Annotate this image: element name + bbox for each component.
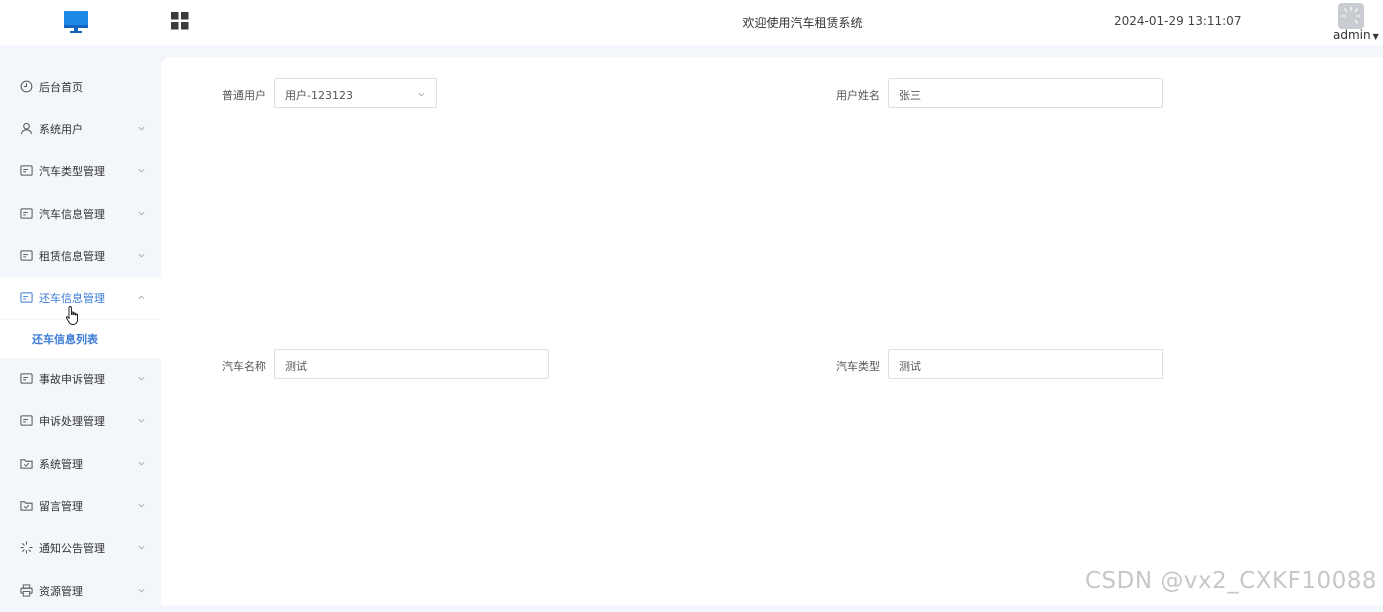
chevron-down-icon [138,418,145,423]
hand-cursor-icon [65,306,78,325]
sidebar-item-system-users[interactable]: 系统用户 [0,108,161,150]
sidebar-item-label: 资源管理 [39,585,83,598]
folder-check-icon [20,501,33,511]
clock-icon [20,80,33,93]
sidebar-item-appeal-handling[interactable]: 申诉处理管理 [0,400,161,442]
user-dropdown[interactable]: admin ▼ [1333,28,1379,42]
watermark: CSDN @vx2_CXKF10088 [1085,568,1378,594]
sidebar-item-notices[interactable]: 通知公告管理 [0,527,161,569]
avatar[interactable] [1338,3,1364,29]
loading-icon [20,541,33,554]
chevron-down-icon [138,168,145,173]
sidebar-item-system-admin[interactable]: 系统管理 [0,443,161,485]
user-select-value: 用户-123123 [285,89,353,102]
sidebar-item-messages[interactable]: 留言管理 [0,485,161,527]
main-panel: 普通用户 用户-123123 用户姓名 张三 汽车名称 测试 汽车类型 测试 [161,57,1383,605]
card-icon [20,250,33,261]
car-type-value: 测试 [899,360,921,373]
sidebar-item-label: 后台首页 [39,81,83,94]
card-icon [20,165,33,176]
sidebar-item-accident-appeal[interactable]: 事故申诉管理 [0,358,161,400]
monitor-icon [64,11,88,33]
car-type-field[interactable]: 测试 [888,349,1163,379]
chevron-down-icon [138,376,145,381]
car-name-label: 汽车名称 [222,360,266,373]
sidebar-item-car-types[interactable]: 汽车类型管理 [0,150,161,192]
user-icon [20,122,33,135]
sidebar-item-rental-info[interactable]: 租赁信息管理 [0,235,161,277]
user-select-label: 普通用户 [222,89,266,102]
chevron-down-icon [138,253,145,258]
sidebar-item-car-info[interactable]: 汽车信息管理 [0,193,161,235]
chevron-down-icon [138,545,145,550]
user-name-field[interactable]: 张三 [888,78,1163,108]
chevron-down-icon [418,92,425,97]
chevron-down-icon [138,588,145,593]
car-type-label: 汽车类型 [836,360,880,373]
avatar-spinner-icon [1341,6,1361,24]
sidebar-item-label: 汽车信息管理 [39,208,105,221]
card-icon [20,415,33,426]
user-select[interactable]: 用户-123123 [274,78,437,108]
username: admin [1333,28,1371,42]
grid-menu-icon[interactable] [171,12,189,30]
user-name-value: 张三 [899,89,921,102]
top-header: 欢迎使用汽车租赁系统 2024-01-29 13:11:07 admin ▼ [0,0,1383,45]
chevron-up-icon [138,295,145,300]
chevron-down-icon [138,126,145,131]
sidebar-subitem-label: 还车信息列表 [32,333,98,346]
sidebar-item-label: 汽车类型管理 [39,165,105,178]
system-title: 欢迎使用汽车租赁系统 [742,16,863,30]
printer-icon [20,584,33,597]
card-icon [20,373,33,384]
car-name-field[interactable]: 测试 [274,349,549,379]
sidebar-item-label: 系统管理 [39,458,83,471]
chevron-down-icon [138,503,145,508]
caret-down-icon: ▼ [1372,32,1379,41]
sidebar-item-label: 系统用户 [39,123,83,136]
chevron-down-icon [138,461,145,466]
current-datetime: 2024-01-29 13:11:07 [1114,14,1242,28]
sidebar-item-label: 申诉处理管理 [39,415,105,428]
sidebar-item-label: 留言管理 [39,500,83,513]
card-icon [20,292,33,303]
sidebar-item-dashboard[interactable]: 后台首页 [0,66,161,108]
user-name-label: 用户姓名 [836,89,880,102]
sidebar-item-label: 还车信息管理 [39,292,105,305]
card-icon [20,208,33,219]
sidebar-item-label: 租赁信息管理 [39,250,105,263]
car-name-value: 测试 [285,360,307,373]
chevron-down-icon [138,211,145,216]
sidebar-item-label: 事故申诉管理 [39,373,105,386]
folder-check-icon [20,459,33,469]
sidebar-item-label: 通知公告管理 [39,542,105,555]
sidebar-item-resources[interactable]: 资源管理 [0,570,161,612]
